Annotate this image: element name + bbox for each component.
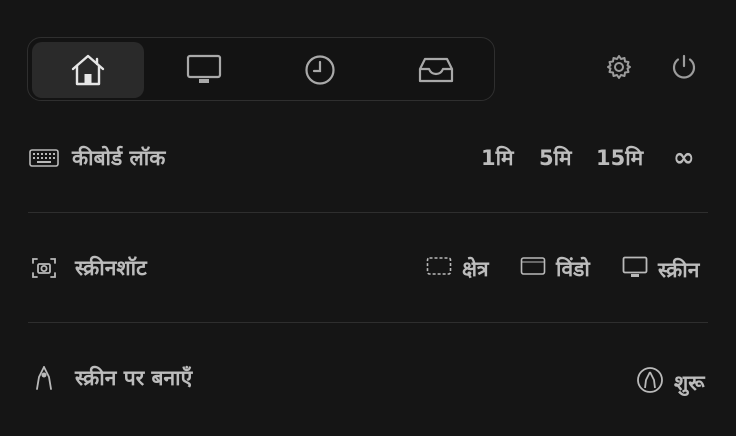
keyboard-icon [28,146,60,170]
screenshot-screen-option[interactable]: स्क्रीन [622,256,699,283]
draw-start-label: शुरू [674,370,705,395]
tab-history[interactable] [264,42,376,98]
lock-option-15m[interactable]: 15मि [596,146,643,170]
home-icon [70,53,106,87]
inbox-icon [418,56,454,84]
tab-home[interactable] [32,42,144,98]
draw-on-screen-label: स्क्रीन पर बनाएँ [75,366,193,390]
draw-start-icon [636,366,664,399]
gear-icon [606,54,632,84]
screenshot-row: स्क्रीनशॉट क्षेत्र विंडो स्क्रीन [28,248,708,288]
window-label: विंडो [556,256,590,281]
power-icon [670,53,698,85]
power-button[interactable] [668,53,700,85]
screenshot-region-option[interactable]: क्षेत्र [426,256,489,281]
camera-icon [28,256,60,280]
screenshot-window-option[interactable]: विंडो [520,256,590,281]
keyboard-lock-label: कीबोर्ड लॉक [72,146,166,170]
lock-option-1m[interactable]: 1मि [481,146,514,170]
tab-inbox[interactable] [380,42,492,98]
clock-icon [304,54,336,86]
screenshot-label: स्क्रीनशॉट [75,256,147,280]
lock-option-5m[interactable]: 5मि [539,146,572,170]
monitor-icon [622,256,648,283]
screen-label: स्क्रीन [658,257,700,282]
divider [28,212,708,213]
lock-option-infinite[interactable]: ∞ [673,145,695,171]
tab-bar [27,37,495,101]
keyboard-lock-row: कीबोर्ड लॉक 1मि 5मि 15मि ∞ [28,138,708,178]
pen-nib-icon [28,366,60,390]
draw-start-button[interactable]: शुरू [636,366,705,399]
tab-monitor[interactable] [148,42,260,98]
region-icon [426,256,452,281]
region-label: क्षेत्र [462,256,489,281]
draw-on-screen-row: स्क्रीन पर बनाएँ शुरू [28,358,708,398]
divider [28,322,708,323]
settings-button[interactable] [603,53,635,85]
monitor-icon [186,54,222,86]
window-icon [520,256,546,281]
